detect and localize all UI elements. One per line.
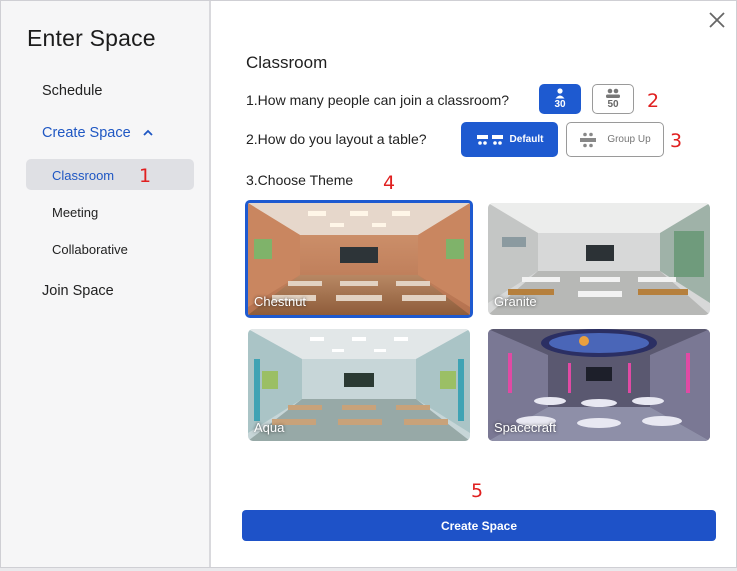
theme-card-chestnut[interactable]: Chestnut [245, 200, 473, 318]
capacity-option-30[interactable]: 30 [539, 84, 581, 114]
theme-card-spacecraft[interactable]: Spacecraft [488, 329, 710, 441]
table-default-icon [476, 134, 503, 145]
question-layout: 2.How do you layout a table? [246, 131, 427, 147]
annotation-marker: 5 [471, 480, 484, 502]
section-title: Classroom [246, 53, 328, 72]
create-space-button[interactable]: Create Space [242, 510, 716, 541]
theme-name: Aqua [254, 420, 285, 435]
theme-name: Granite [494, 294, 537, 309]
layout-option-group-up[interactable]: Group Up [566, 122, 664, 157]
annotation-marker: 4 [383, 172, 396, 194]
sidebar-item-label: Create Space [42, 125, 131, 141]
annotation-marker: 3 [670, 130, 683, 152]
sidebar: Enter Space Schedule Create Space Classr… [1, 1, 211, 567]
theme-name: Chestnut [254, 294, 307, 309]
question-capacity: 1.How many people can join a classroom? [246, 92, 510, 108]
layout-option-label: Group Up [607, 134, 651, 145]
annotation-marker: 1 [139, 165, 152, 187]
person-icon [555, 88, 565, 99]
capacity-value: 30 [554, 99, 566, 110]
table-group-icon [580, 132, 597, 147]
sidebar-subitem-classroom[interactable]: Classroom [26, 159, 194, 190]
people-icon [606, 88, 620, 98]
enter-space-dialog: Enter Space Schedule Create Space Classr… [0, 0, 737, 568]
annotation-marker: 2 [647, 90, 660, 112]
close-icon[interactable] [706, 9, 728, 31]
sidebar-item-schedule[interactable]: Schedule [42, 83, 102, 99]
sidebar-subitem-meeting[interactable]: Meeting [52, 205, 98, 220]
theme-card-granite[interactable]: Granite [488, 203, 710, 315]
sidebar-item-join-space[interactable]: Join Space [42, 283, 114, 299]
layout-option-default[interactable]: Default [461, 122, 558, 157]
capacity-option-50[interactable]: 50 [592, 84, 634, 114]
theme-card-aqua[interactable]: Aqua [248, 329, 470, 441]
sidebar-item-create-space[interactable]: Create Space [42, 125, 155, 141]
question-theme: 3.Choose Theme [246, 172, 354, 188]
layout-option-label: Default [509, 134, 544, 145]
sidebar-subitem-collaborative[interactable]: Collaborative [52, 242, 128, 257]
theme-name: Spacecraft [494, 420, 557, 435]
dialog-title: Enter Space [27, 25, 156, 51]
chevron-up-icon [143, 129, 153, 136]
capacity-value: 50 [607, 99, 619, 110]
